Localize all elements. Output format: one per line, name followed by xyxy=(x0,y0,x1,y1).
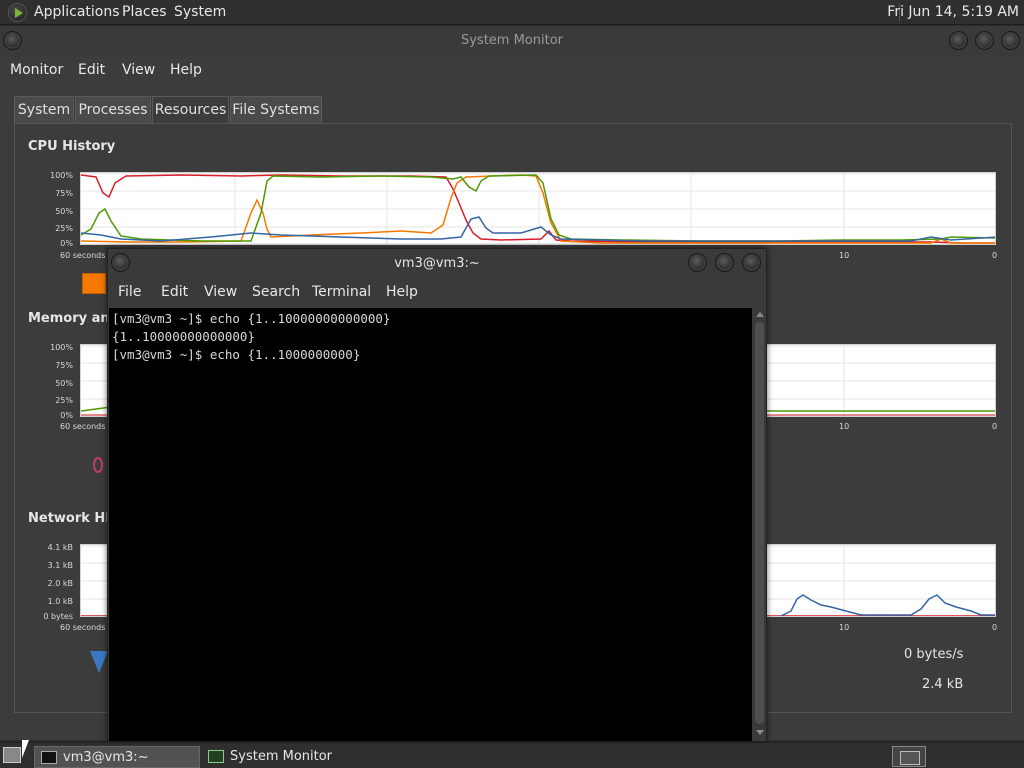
taskbar-item-terminal[interactable]: vm3@vm3:~ xyxy=(34,746,200,768)
system-monitor-icon xyxy=(208,750,224,763)
cpu-legend-swatch[interactable] xyxy=(82,273,106,294)
terminal-scrollbar[interactable] xyxy=(753,308,766,741)
network-y-tick: 1.0 kB xyxy=(47,597,73,606)
terminal-line: [vm3@vm3 ~]$ echo {1..10000000000000} xyxy=(112,311,391,326)
network-y-tick: 0 bytes xyxy=(43,612,73,621)
places-menu[interactable]: Places xyxy=(122,4,167,20)
network-x-tick: 10 xyxy=(839,623,850,632)
terminal-icon xyxy=(41,751,57,764)
memory-x-start-label: 60 seconds xyxy=(60,422,106,431)
network-y-tick: 4.1 kB xyxy=(47,543,73,552)
terminal-title: vm3@vm3:~ xyxy=(394,256,480,271)
cpu-y-tick: 75% xyxy=(55,189,73,198)
menu-view[interactable]: View xyxy=(122,62,155,78)
scroll-up-icon[interactable] xyxy=(756,312,764,317)
menu-terminal[interactable]: Terminal xyxy=(312,284,371,300)
tab-resources[interactable]: Resources xyxy=(152,96,229,125)
network-x-tick: 0 xyxy=(992,623,998,632)
scrollbar-thumb[interactable] xyxy=(755,322,764,724)
mouse-cursor-icon xyxy=(22,740,29,758)
window-title: System Monitor xyxy=(460,33,564,48)
minimize-icon[interactable] xyxy=(949,31,968,50)
tab-file-systems[interactable]: File Systems xyxy=(230,96,322,124)
top-panel: Applications Places System Fri Jun 14, 5… xyxy=(0,0,1024,25)
minimize-icon[interactable] xyxy=(688,253,707,272)
taskbar-item-label: System Monitor xyxy=(230,749,333,764)
memory-legend-pie-icon[interactable] xyxy=(93,457,103,473)
network-receiving-rate: 0 bytes/s xyxy=(904,647,964,662)
cpu-x-tick: 0 xyxy=(992,251,998,260)
terminal-window: vm3@vm3:~ File Edit View Search Terminal… xyxy=(107,248,767,741)
maximize-icon[interactable] xyxy=(715,253,734,272)
menu-file[interactable]: File xyxy=(118,284,141,300)
network-receiving-arrow-icon[interactable] xyxy=(90,651,108,673)
memory-y-tick: 75% xyxy=(55,361,73,370)
system-monitor-titlebar[interactable]: System Monitor xyxy=(0,26,1024,56)
network-total-received: 2.4 kB xyxy=(922,677,964,692)
maximize-icon[interactable] xyxy=(975,31,994,50)
cpu-x-start-label: 60 seconds xyxy=(60,251,106,260)
terminal-titlebar[interactable]: vm3@vm3:~ xyxy=(108,249,766,277)
memory-x-tick: 0 xyxy=(992,422,998,431)
memory-y-tick: 25% xyxy=(55,396,73,405)
terminal-screen[interactable]: [vm3@vm3 ~]$ echo {1..10000000000000} {1… xyxy=(109,308,752,741)
cpu-x-tick: 10 xyxy=(839,251,850,260)
menu-monitor[interactable]: Monitor xyxy=(10,62,63,78)
taskbar-item-label: vm3@vm3:~ xyxy=(63,750,149,765)
memory-y-tick: 0% xyxy=(60,411,73,420)
show-desktop-icon[interactable] xyxy=(3,747,21,763)
cpu-history-title: CPU History xyxy=(28,139,116,154)
menu-edit[interactable]: Edit xyxy=(78,62,105,78)
menu-edit[interactable]: Edit xyxy=(161,284,188,300)
network-x-start-label: 60 seconds xyxy=(60,623,106,632)
distro-logo-icon[interactable] xyxy=(8,3,27,22)
terminal-line: {1..10000000000000} xyxy=(112,329,255,344)
menu-search[interactable]: Search xyxy=(252,284,300,300)
memory-y-tick: 50% xyxy=(55,379,73,388)
network-y-tick: 2.0 kB xyxy=(47,579,73,588)
terminal-menubar: File Edit View Search Terminal Help xyxy=(108,277,766,307)
memory-x-tick: 10 xyxy=(839,422,850,431)
taskbar-item-system-monitor[interactable]: System Monitor xyxy=(202,746,372,768)
bottom-panel: vm3@vm3:~ System Monitor xyxy=(0,742,1024,768)
applications-menu[interactable]: Applications xyxy=(34,4,120,20)
memory-history-title: Memory and xyxy=(28,311,119,326)
terminal-line: [vm3@vm3 ~]$ echo {1..1000000000} xyxy=(112,347,361,362)
menu-help[interactable]: Help xyxy=(386,284,418,300)
menu-view[interactable]: View xyxy=(204,284,237,300)
workspace-switcher[interactable] xyxy=(892,746,926,767)
cpu-y-tick: 25% xyxy=(55,224,73,233)
memory-y-tick: 100% xyxy=(50,343,73,352)
tab-system[interactable]: System xyxy=(14,96,74,124)
tab-processes[interactable]: Processes xyxy=(75,96,151,124)
cpu-graph-svg xyxy=(81,173,995,244)
cpu-y-tick: 100% xyxy=(50,171,73,180)
close-icon[interactable] xyxy=(1001,31,1020,50)
cpu-history-graph xyxy=(80,172,996,245)
menu-help[interactable]: Help xyxy=(170,62,202,78)
cpu-y-tick: 50% xyxy=(55,207,73,216)
system-monitor-menubar: Monitor Edit View Help xyxy=(0,56,1024,84)
scroll-down-icon[interactable] xyxy=(756,730,764,735)
cpu-y-tick: 0% xyxy=(60,239,73,248)
system-menu[interactable]: System xyxy=(174,4,226,20)
close-icon[interactable] xyxy=(742,253,761,272)
workspace-icon xyxy=(900,751,920,765)
network-line-received xyxy=(780,594,995,616)
clock[interactable]: Fri Jun 14, 5:19 AM xyxy=(887,4,1019,20)
network-y-tick: 3.1 kB xyxy=(47,561,73,570)
